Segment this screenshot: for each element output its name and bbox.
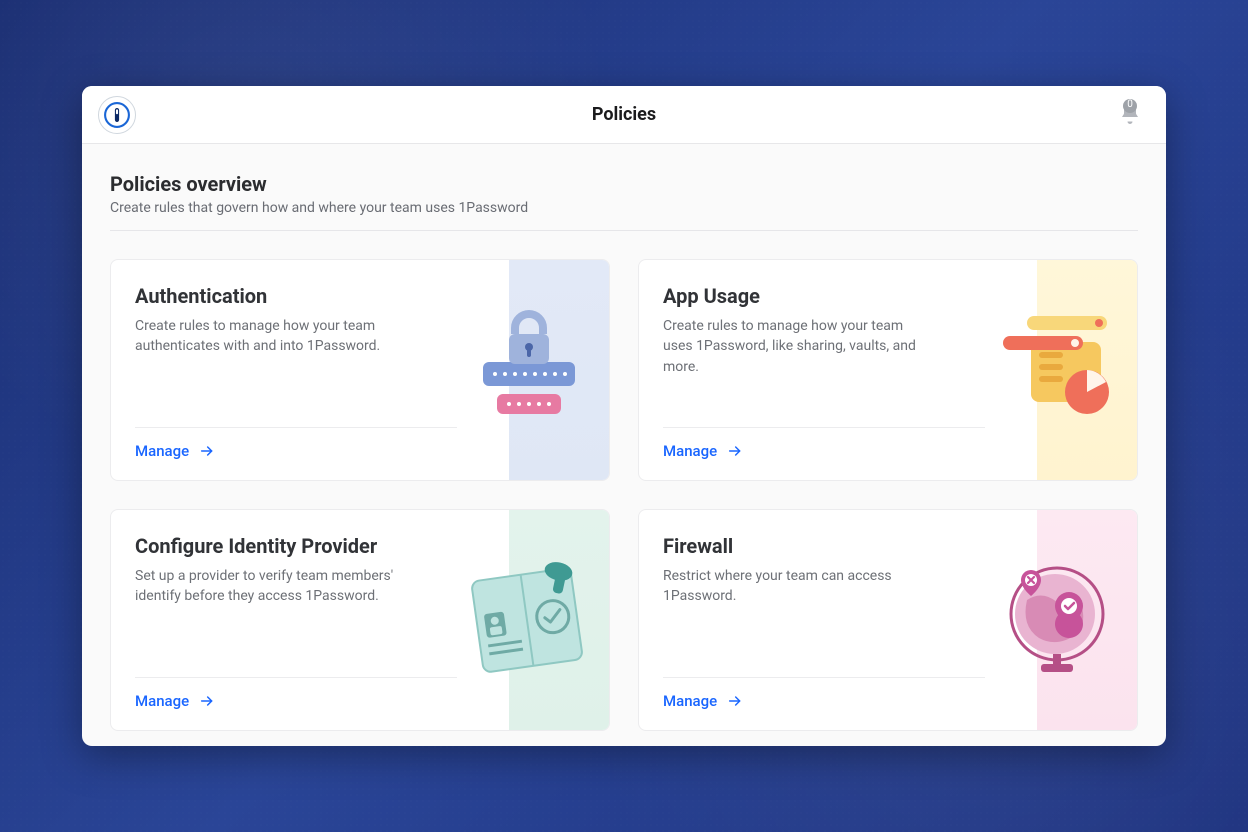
card-title: Authentication — [135, 284, 407, 308]
notification-count-badge: 0 — [1123, 99, 1137, 113]
policy-card-identity-provider[interactable]: Configure Identity Provider Set up a pro… — [110, 509, 610, 731]
app-window: Policies 0 Policies overview Create rule… — [82, 86, 1166, 746]
overview-title: Policies overview — [110, 172, 1138, 196]
firewall-illustration — [1037, 510, 1137, 730]
arrow-right-icon — [199, 693, 215, 709]
arrow-right-icon — [199, 443, 215, 459]
card-description: Create rules to manage how your team aut… — [135, 316, 407, 357]
arrow-right-icon — [727, 443, 743, 459]
policy-card-app-usage[interactable]: App Usage Create rules to manage how you… — [638, 259, 1138, 481]
card-title: Configure Identity Provider — [135, 534, 407, 558]
policy-card-authentication[interactable]: Authentication Create rules to manage ho… — [110, 259, 610, 481]
authentication-illustration — [509, 260, 609, 480]
app-logo-icon[interactable] — [98, 96, 136, 134]
policy-cards-grid: Authentication Create rules to manage ho… — [110, 259, 1138, 731]
manage-label: Manage — [663, 692, 717, 710]
section-divider — [110, 230, 1138, 231]
card-description: Set up a provider to verify team members… — [135, 566, 407, 607]
policy-card-firewall[interactable]: Firewall Restrict where your team can ac… — [638, 509, 1138, 731]
identity-provider-illustration — [509, 510, 609, 730]
manage-link-authentication[interactable]: Manage — [135, 442, 215, 460]
overview-subtitle: Create rules that govern how and where y… — [110, 200, 1138, 216]
manage-link-identity-provider[interactable]: Manage — [135, 692, 215, 710]
notifications-button[interactable]: 0 — [1118, 102, 1142, 126]
titlebar: Policies 0 — [82, 86, 1166, 144]
manage-link-app-usage[interactable]: Manage — [663, 442, 743, 460]
manage-label: Manage — [135, 692, 189, 710]
manage-link-firewall[interactable]: Manage — [663, 692, 743, 710]
manage-label: Manage — [135, 442, 189, 460]
card-description: Create rules to manage how your team use… — [663, 316, 935, 377]
card-title: App Usage — [663, 284, 935, 308]
manage-label: Manage — [663, 442, 717, 460]
card-title: Firewall — [663, 534, 935, 558]
app-usage-illustration — [1037, 260, 1137, 480]
card-description: Restrict where your team can access 1Pas… — [663, 566, 935, 607]
content-area: Policies overview Create rules that gove… — [82, 144, 1166, 746]
arrow-right-icon — [727, 693, 743, 709]
page-title: Policies — [592, 104, 656, 125]
